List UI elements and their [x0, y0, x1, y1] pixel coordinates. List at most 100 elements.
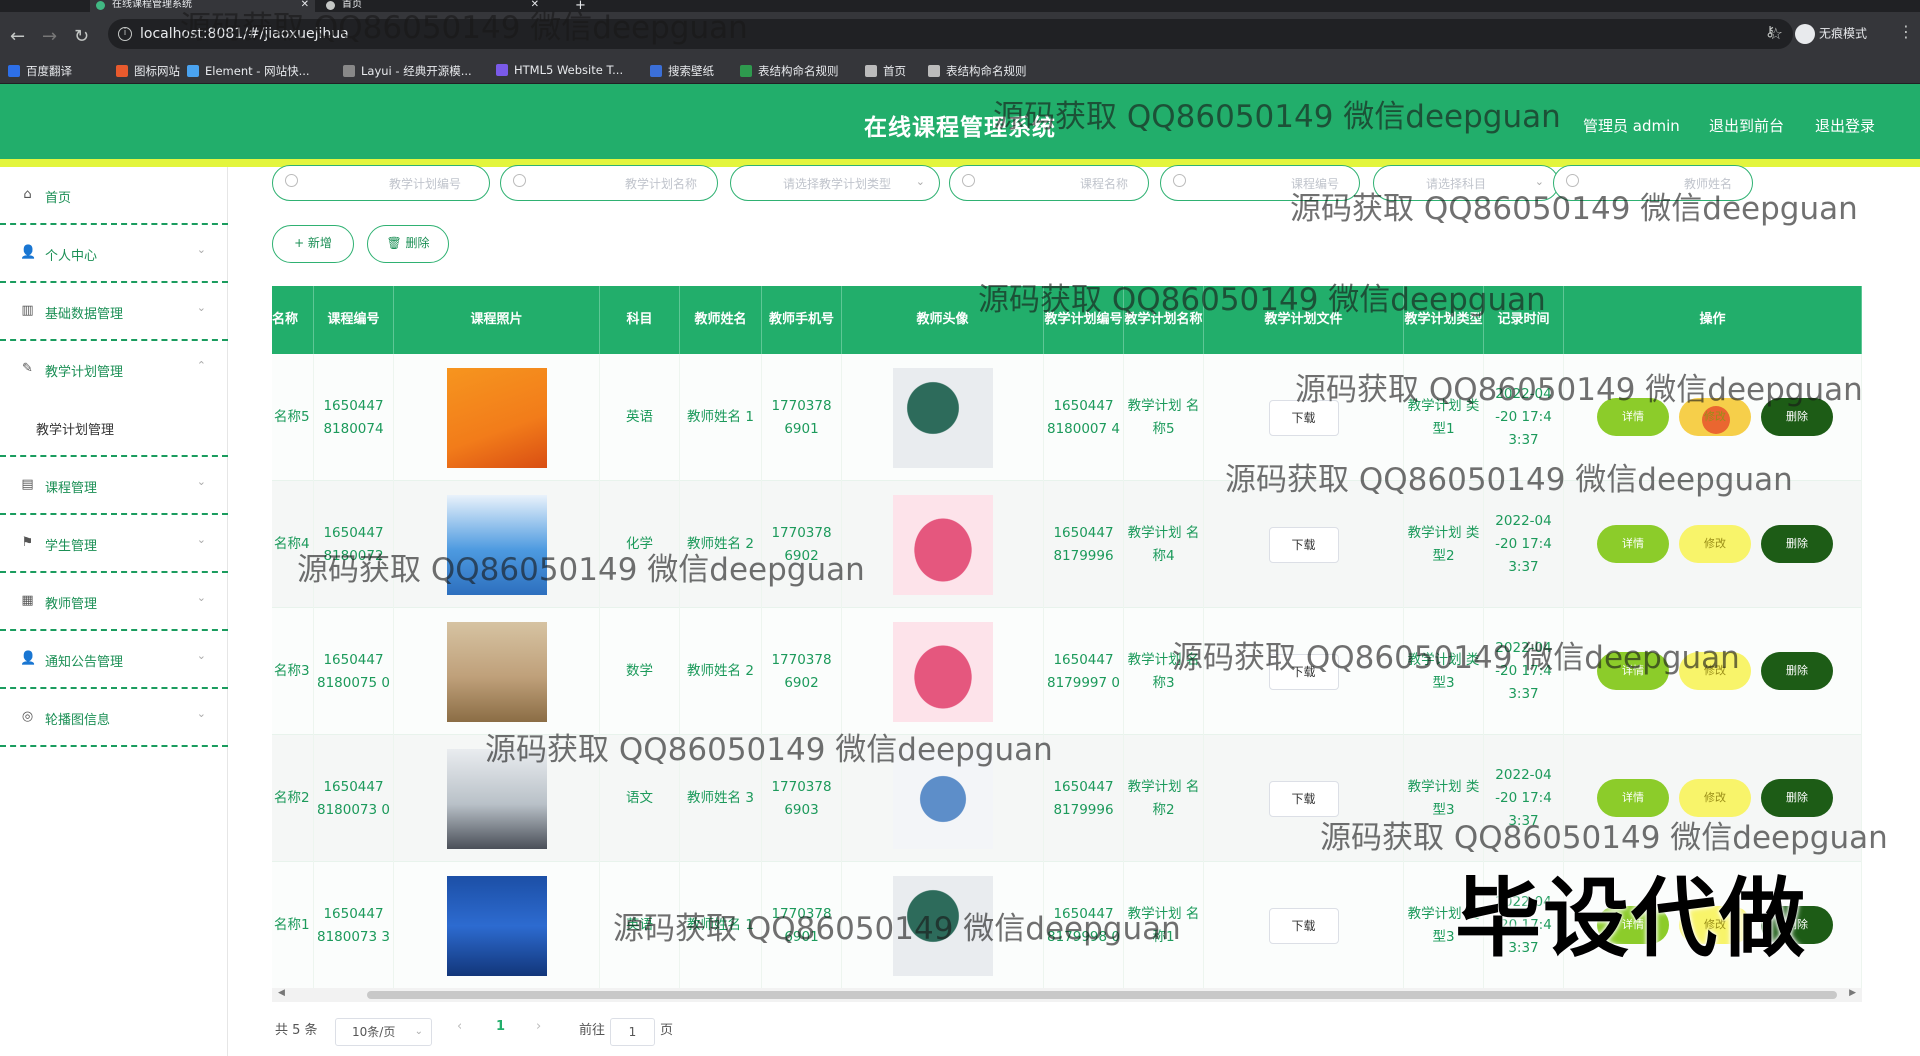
incognito-indicator[interactable]: 无痕模式 — [1795, 24, 1867, 44]
key-icon[interactable]: ⚷ — [1765, 24, 1775, 40]
detail-button[interactable]: 详情 — [1597, 525, 1669, 563]
forward-icon[interactable]: → — [42, 26, 57, 47]
table-header: 名称 课程编号 课程照片 科目 教师姓名 教师手机号 教师头像 教学计划编号 教学计划名称 教学计… — [272, 286, 1862, 354]
column-header[interactable]: 课程编号 — [314, 286, 394, 354]
sidebar-item[interactable]: 👤 通知公告管理 ⌄ — [0, 631, 228, 689]
delete-button[interactable]: 删除 — [1761, 398, 1833, 436]
teacher-avatar[interactable] — [892, 748, 993, 849]
delete-button[interactable]: 删除 — [1761, 779, 1833, 817]
filter-select[interactable]: 请选择科目 ⌄ — [1373, 165, 1559, 201]
sidebar-item[interactable]: ✎ 教学计划管理 ⌃ — [0, 341, 228, 399]
scroll-right-icon[interactable]: ▶ — [1849, 988, 1856, 998]
download-button[interactable]: 下载 — [1268, 399, 1339, 436]
reload-icon[interactable]: ↻ — [74, 26, 89, 47]
bookmark-item[interactable]: 图标网站 — [116, 63, 180, 79]
info-icon[interactable]: i — [118, 27, 132, 41]
column-header[interactable]: 教师手机号 — [762, 286, 842, 354]
filter-placeholder: 课程编号 — [1290, 177, 1339, 191]
edit-button[interactable]: 修改 — [1679, 779, 1751, 817]
scrollbar-thumb[interactable] — [367, 991, 1837, 999]
download-button[interactable]: 下载 — [1268, 653, 1339, 690]
batch-delete-button[interactable]: 🗑 删除 — [367, 225, 449, 263]
goto-page-input[interactable]: 1 — [610, 1018, 655, 1046]
column-header[interactable]: 教师姓名 — [680, 286, 762, 354]
column-header[interactable]: 课程照片 — [394, 286, 600, 354]
sidebar-item[interactable]: ◎ 轮播图信息 ⌄ — [0, 689, 228, 747]
sidebar-item[interactable]: ⚑ 学生管理 ⌄ — [0, 515, 228, 573]
sidebar-item[interactable]: ⌂ 首页 — [0, 167, 228, 225]
filter-select[interactable]: 请选择教学计划类型 ⌄ — [730, 165, 940, 201]
horizontal-scrollbar[interactable]: ◀ ▶ — [272, 988, 1862, 1002]
column-header[interactable]: 教学计划编号 — [1044, 286, 1124, 354]
globe-icon — [326, 1, 335, 10]
column-header[interactable]: 教师头像 — [842, 286, 1044, 354]
teacher-avatar[interactable] — [892, 367, 993, 468]
add-button[interactable]: + 新增 — [272, 225, 354, 263]
filter-input[interactable]: 教学计划编号 — [272, 165, 490, 201]
sidebar-item[interactable]: ▤ 课程管理 ⌄ — [0, 457, 228, 515]
close-tab-icon[interactable]: ✕ — [301, 0, 309, 10]
course-photo[interactable] — [446, 748, 547, 849]
close-tab-icon[interactable]: ✕ — [531, 0, 539, 10]
teacher-avatar[interactable] — [892, 875, 993, 976]
page-number-current[interactable]: 1 — [496, 1019, 505, 1034]
next-page-icon[interactable]: › — [536, 1019, 541, 1034]
teacher-avatar[interactable] — [892, 494, 993, 595]
bookmark-item[interactable]: 表结构命名规则 — [928, 63, 1027, 79]
download-button[interactable]: 下载 — [1268, 907, 1339, 944]
sidebar-item[interactable]: 👤 个人中心 ⌄ — [0, 225, 228, 283]
delete-button[interactable]: 删除 — [1761, 525, 1833, 563]
sidebar-item[interactable]: ▦ 教师管理 ⌄ — [0, 573, 228, 631]
prev-page-icon[interactable]: ‹ — [457, 1019, 462, 1034]
bookmark-item[interactable]: Layui - 经典开源模... — [343, 63, 472, 79]
sidebar-subitem[interactable]: 教学计划管理 — [0, 399, 228, 457]
browser-tab-active[interactable]: 在线课程管理系统 ✕ — [90, 0, 315, 12]
course-photo[interactable] — [446, 621, 547, 722]
column-header[interactable]: 科目 — [600, 286, 680, 354]
filter-input[interactable]: 教学计划名称 — [500, 165, 718, 201]
teacher-avatar[interactable] — [892, 621, 993, 722]
back-to-front-link[interactable]: 退出到前台 — [1709, 115, 1784, 136]
clipboard-icon: ▦ — [21, 593, 34, 608]
bookmark-item[interactable]: 首页 — [865, 63, 906, 79]
course-photo[interactable] — [446, 875, 547, 976]
delete-button[interactable]: 删除 — [1761, 652, 1833, 690]
filter-input[interactable]: 教师姓名 — [1553, 165, 1753, 201]
column-header[interactable]: 教学计划文件 — [1204, 286, 1404, 354]
sidebar-subitem-label: 教学计划管理 — [36, 423, 115, 438]
edit-button[interactable]: 修改 — [1679, 652, 1751, 690]
column-header[interactable]: 教学计划类型 — [1404, 286, 1484, 354]
logout-link[interactable]: 退出登录 — [1815, 115, 1875, 136]
scroll-left-icon[interactable]: ◀ — [278, 988, 285, 998]
column-header[interactable]: 名称 — [272, 286, 314, 354]
column-header[interactable]: 记录时间 — [1484, 286, 1564, 354]
bookmark-item[interactable]: HTML5 Website T... — [496, 63, 623, 77]
detail-button[interactable]: 详情 — [1597, 779, 1669, 817]
bookmark-item[interactable]: 表结构命名规则 — [740, 63, 839, 79]
briefcase-icon: ▤ — [21, 477, 34, 492]
detail-button[interactable]: 详情 — [1597, 398, 1669, 436]
url-text: localhost:8081/#/jiaoxuejihua — [140, 26, 349, 42]
edit-button[interactable]: 修改 — [1679, 525, 1751, 563]
back-icon[interactable]: ← — [10, 26, 25, 47]
download-button[interactable]: 下载 — [1268, 780, 1339, 817]
bookmark-item[interactable]: 百度翻译 — [8, 63, 72, 79]
filter-input[interactable]: 课程编号 — [1160, 165, 1360, 201]
filter-input[interactable]: 课程名称 — [949, 165, 1149, 201]
course-photo[interactable] — [446, 367, 547, 468]
browser-tab[interactable]: 首页 ✕ — [320, 0, 545, 12]
page-size-select[interactable]: 10条/页 ⌄ — [335, 1018, 432, 1046]
url-field[interactable]: i localhost:8081/#/jiaoxuejihua ☆ — [108, 19, 1793, 49]
detail-button[interactable]: 详情 — [1597, 652, 1669, 690]
sidebar-item-label: 学生管理 — [45, 539, 98, 554]
sidebar-item[interactable]: ▥ 基础数据管理 ⌄ — [0, 283, 228, 341]
bookmark-item[interactable]: Element - 网站快... — [187, 63, 310, 79]
bookmark-item[interactable]: 搜索壁纸 — [650, 63, 714, 79]
column-header[interactable]: 操作 — [1564, 286, 1862, 354]
course-photo[interactable] — [446, 494, 547, 595]
column-header[interactable]: 教学计划名称 — [1124, 286, 1204, 354]
edit-button[interactable]: 修改 — [1679, 398, 1751, 436]
download-button[interactable]: 下载 — [1268, 526, 1339, 563]
bookmark-favicon-icon — [740, 65, 752, 77]
menu-dots-icon[interactable]: ⋮ — [1898, 22, 1914, 41]
